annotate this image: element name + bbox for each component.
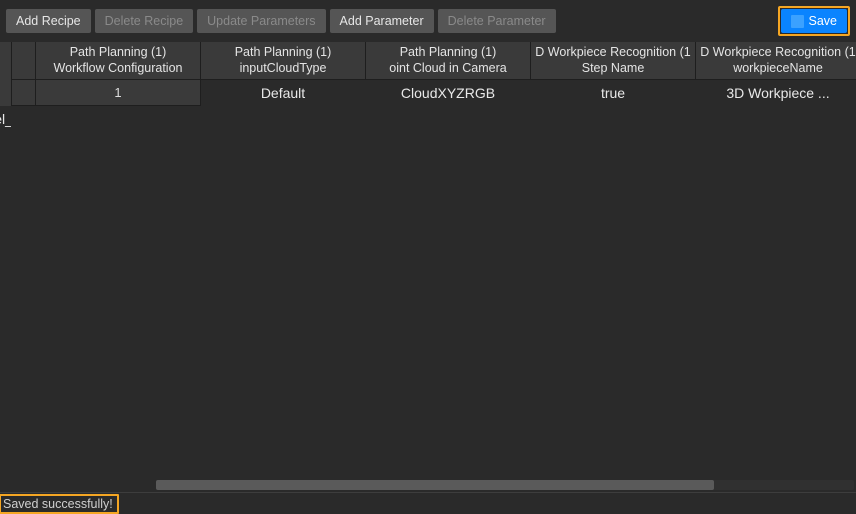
toolbar: Add Recipe Delete Recipe Update Paramete… [0, 0, 856, 42]
delete-recipe-button[interactable]: Delete Recipe [95, 9, 194, 33]
cell-0-0[interactable]: Default [201, 80, 366, 106]
save-button-label: Save [809, 14, 838, 28]
col-head-0[interactable]: Path Planning (1) Workflow Configuration [36, 42, 201, 80]
cell-0-2[interactable]: true [531, 80, 696, 106]
app-root: Add Recipe Delete Recipe Update Paramete… [0, 0, 856, 514]
status-message-highlight: Saved successfully! [0, 494, 119, 514]
col-head-line1: Path Planning (1) [235, 45, 332, 61]
grid-left-strip [0, 42, 12, 106]
status-message: Saved successfully! [3, 497, 113, 511]
grid-left-strip-row [12, 80, 36, 106]
delete-parameter-button[interactable]: Delete Parameter [438, 9, 556, 33]
horizontal-scrollbar[interactable] [0, 478, 856, 492]
save-button[interactable]: Save [781, 9, 848, 33]
col-head-line1: D Workpiece Recognition (1 [700, 45, 855, 61]
parameter-grid[interactable]: Path Planning (1) Workflow Configuration… [0, 42, 856, 478]
update-parameters-button[interactable]: Update Parameters [197, 9, 325, 33]
col-head-line2: oint Cloud in Camera [389, 61, 506, 77]
cell-0-3[interactable]: 3D Workpiece ... [696, 80, 856, 106]
col-head-line2: Step Name [582, 61, 645, 77]
col-head-2[interactable]: Path Planning (1) oint Cloud in Camera [366, 42, 531, 80]
cell-0-4[interactable]: model_edge [0, 106, 12, 132]
col-head-line2: Workflow Configuration [54, 61, 183, 77]
col-head-1[interactable]: Path Planning (1) inputCloudType [201, 42, 366, 80]
save-icon [791, 15, 804, 28]
col-head-line2: inputCloudType [240, 61, 327, 77]
col-head-line1: D Workpiece Recognition (1 [535, 45, 690, 61]
save-highlight: Save [778, 6, 851, 36]
col-head-4[interactable]: D Workpiece Recognition (1 workpieceName [696, 42, 856, 80]
grid-corner [12, 42, 36, 80]
table-area: Path Planning (1) Workflow Configuration… [0, 42, 856, 492]
cell-0-1[interactable]: CloudXYZRGB [366, 80, 531, 106]
col-head-line2: workpieceName [733, 61, 823, 77]
hscroll-track [156, 480, 854, 490]
status-bar: Saved successfully! [0, 492, 856, 514]
col-head-3[interactable]: D Workpiece Recognition (1 Step Name [531, 42, 696, 80]
row-head-1[interactable]: 1 [36, 80, 201, 106]
add-parameter-button[interactable]: Add Parameter [330, 9, 434, 33]
hscroll-thumb[interactable] [156, 480, 714, 490]
add-recipe-button[interactable]: Add Recipe [6, 9, 91, 33]
col-head-line1: Path Planning (1) [70, 45, 167, 61]
col-head-line1: Path Planning (1) [400, 45, 497, 61]
